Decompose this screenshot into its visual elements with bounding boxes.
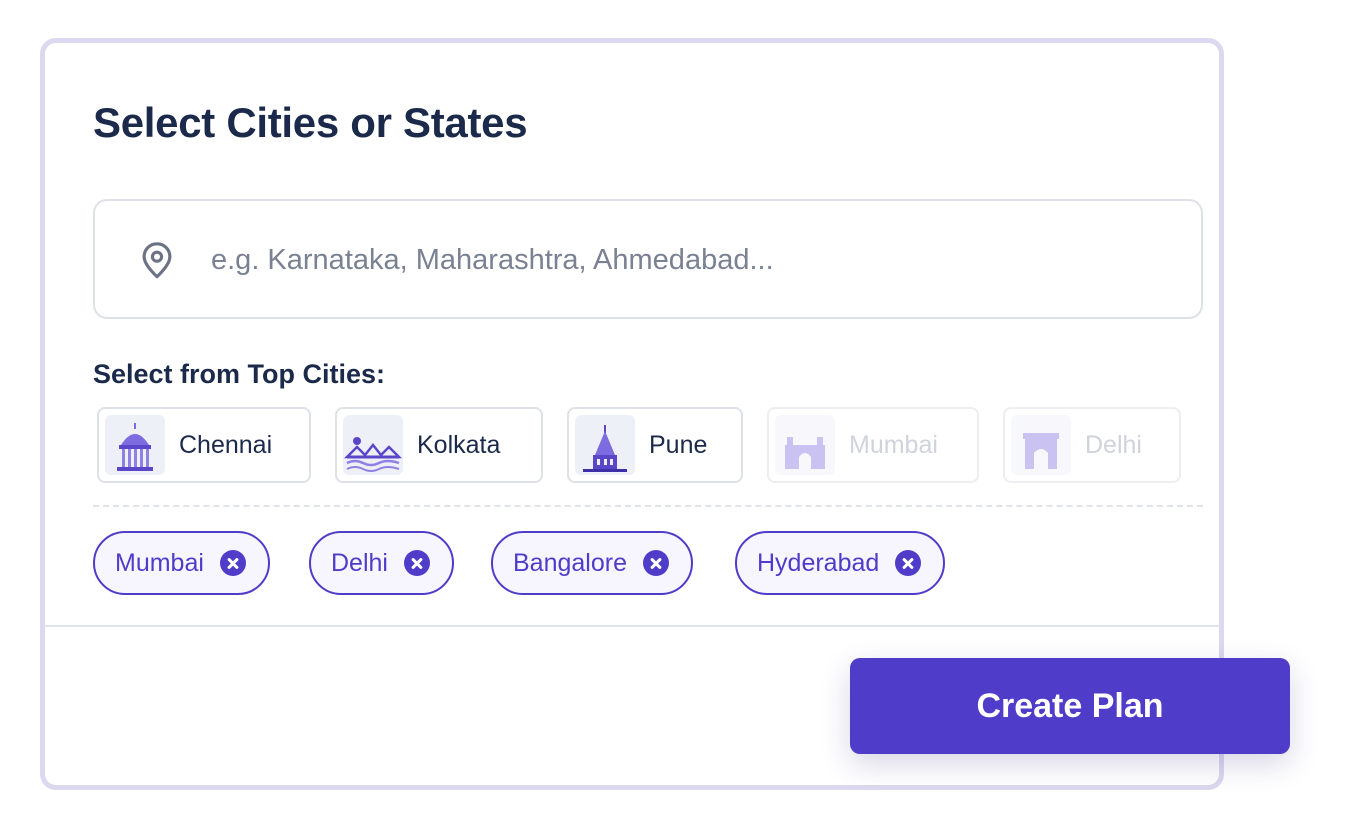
search-box[interactable] <box>93 199 1203 319</box>
chip-label: Bangalore <box>513 548 627 577</box>
footer-divider <box>45 625 1219 627</box>
kolkata-bridge-icon <box>343 437 403 472</box>
chennai-landmark-icon <box>117 423 153 471</box>
divider <box>93 505 1203 507</box>
chip-label: Hyderabad <box>757 548 880 577</box>
page: Select Cities or States Select from Top … <box>0 0 1348 832</box>
chip-label: Delhi <box>331 548 388 577</box>
city-option-pune[interactable]: Pune <box>567 407 743 483</box>
close-icon[interactable] <box>642 550 669 576</box>
city-option-label: Delhi <box>1085 431 1142 459</box>
city-option-label: Chennai <box>179 431 273 459</box>
mumbai-gateway-icon <box>785 437 825 469</box>
pune-temple-icon <box>583 425 627 472</box>
selected-chip-hyderabad: Hyderabad <box>735 531 946 595</box>
city-option-chennai[interactable]: Chennai <box>97 407 311 483</box>
city-option-label: Pune <box>649 431 708 459</box>
selected-chip-bangalore: Bangalore <box>491 531 693 595</box>
city-option-kolkata[interactable]: Kolkata <box>335 407 543 483</box>
create-plan-button[interactable]: Create Plan <box>850 658 1290 754</box>
delhi-india-gate-icon <box>1023 433 1059 469</box>
city-option-mumbai: Mumbai <box>767 407 979 483</box>
chip-label: Mumbai <box>115 548 204 577</box>
selected-chip-delhi: Delhi <box>309 531 454 595</box>
search-input[interactable] <box>211 231 1171 289</box>
page-title: Select Cities or States <box>93 99 528 146</box>
close-icon[interactable] <box>403 550 430 576</box>
map-pin-icon <box>142 242 172 279</box>
close-icon[interactable] <box>219 550 246 576</box>
close-icon[interactable] <box>895 550 922 576</box>
city-option-delhi: Delhi <box>1003 407 1181 483</box>
selected-chip-mumbai: Mumbai <box>93 531 270 595</box>
city-option-label: Kolkata <box>417 431 501 459</box>
top-cities-label: Select from Top Cities: <box>93 359 386 389</box>
city-option-label: Mumbai <box>849 431 938 459</box>
